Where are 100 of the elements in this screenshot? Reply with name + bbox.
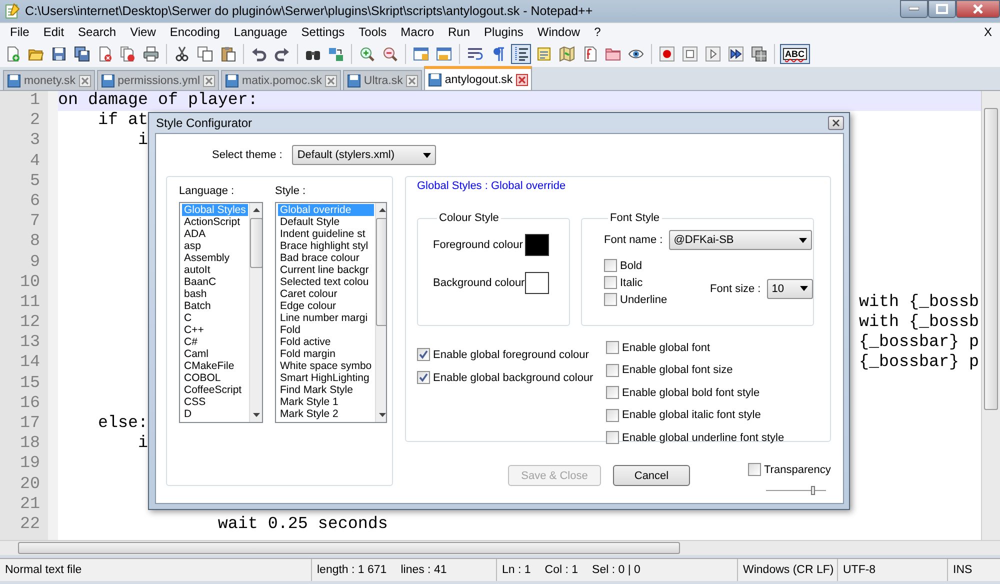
list-item[interactable]: CoffeeScript — [182, 384, 248, 396]
list-item[interactable]: Fold active — [278, 336, 374, 348]
list-item[interactable]: White space symbo — [278, 360, 374, 372]
play-icon[interactable] — [703, 44, 723, 64]
grid-icon[interactable] — [749, 44, 769, 64]
list-item[interactable]: Fold — [278, 324, 374, 336]
maximize-button[interactable] — [928, 0, 956, 18]
colour-swatch[interactable] — [525, 272, 549, 294]
list-item[interactable]: Batch — [182, 300, 248, 312]
tab-close-icon[interactable] — [516, 74, 528, 86]
list-item[interactable]: autoIt — [182, 264, 248, 276]
scroll-up-icon[interactable] — [252, 208, 260, 212]
menu-item[interactable]: ? — [587, 25, 608, 39]
colour-swatch[interactable] — [525, 234, 549, 256]
menu-item[interactable]: Tools — [352, 25, 394, 39]
list-item[interactable]: Edge colour — [278, 300, 374, 312]
minimize-button[interactable] — [900, 0, 928, 18]
checkbox[interactable] — [606, 408, 619, 422]
scrollbar-thumb[interactable] — [18, 542, 680, 554]
list-item[interactable]: Smart HighLighting — [278, 372, 374, 384]
scrollbar[interactable] — [981, 91, 1000, 540]
checkbox[interactable] — [417, 371, 430, 384]
printer-icon[interactable] — [141, 44, 161, 64]
menu-item[interactable]: Run — [441, 25, 478, 39]
list-item[interactable]: Caret colour — [278, 288, 374, 300]
list-item[interactable]: Mark Style 2 — [278, 408, 374, 420]
tab-close-icon[interactable] — [324, 74, 337, 86]
theme-dropdown[interactable]: Default (stylers.xml) — [292, 145, 436, 165]
checkbox[interactable] — [417, 348, 430, 361]
list-item[interactable]: Brace highlight styl — [278, 240, 374, 252]
checkbox[interactable] — [606, 364, 619, 376]
tab-close-icon[interactable] — [78, 74, 91, 86]
fast-forward-icon[interactable] — [726, 44, 746, 64]
list-item[interactable]: D — [182, 408, 248, 420]
close-button[interactable] — [956, 0, 1000, 18]
list-item[interactable]: Default Style — [278, 216, 374, 228]
list-item[interactable]: COBOL — [182, 372, 248, 384]
scroll-down-icon[interactable] — [252, 413, 260, 417]
menu-item[interactable]: View — [123, 25, 163, 39]
checkbox[interactable] — [604, 276, 617, 289]
list-item[interactable]: Bad brace colour — [278, 252, 374, 264]
list-item[interactable]: CMakeFile — [182, 360, 248, 372]
menu-item[interactable]: Search — [71, 25, 124, 39]
list-item[interactable]: Assembly — [182, 252, 248, 264]
copy-icon[interactable] — [195, 44, 215, 64]
tab-close-icon[interactable] — [203, 74, 215, 86]
scrollbar-thumb[interactable] — [376, 218, 386, 326]
tab[interactable]: permissions.yml — [96, 70, 219, 90]
checkbox[interactable] — [748, 463, 761, 476]
menu-item[interactable]: Encoding — [162, 25, 227, 39]
list-item[interactable]: Caml — [182, 348, 248, 360]
menu-item[interactable]: Window — [530, 25, 588, 39]
tab-close-icon[interactable] — [406, 74, 418, 86]
checkbox[interactable] — [604, 259, 617, 272]
menu-item[interactable]: Macro — [394, 25, 442, 39]
list-item[interactable]: bash — [182, 288, 248, 300]
tab[interactable]: matix.pomoc.sk — [221, 70, 341, 90]
scrollbar[interactable] — [0, 540, 1000, 555]
font-dropdown[interactable]: @DFKai-SB — [668, 230, 812, 250]
list-item[interactable]: ActionScript — [182, 216, 248, 228]
dialog-button[interactable]: Cancel — [613, 465, 690, 486]
list-item[interactable]: CSS — [182, 396, 248, 408]
list-item[interactable]: C++ — [182, 324, 248, 336]
menu-item[interactable]: Settings — [294, 25, 352, 39]
list-item[interactable]: Selected text colou — [278, 276, 374, 288]
list-item[interactable]: Find Mark Style — [278, 384, 374, 396]
list-item[interactable]: BaanC — [182, 276, 248, 288]
indent-guide-icon[interactable] — [511, 44, 531, 64]
tab[interactable]: monety.sk — [3, 70, 95, 90]
menu-item[interactable]: File — [3, 25, 36, 39]
scrollbar-thumb[interactable] — [250, 218, 262, 268]
list-item[interactable]: ADA — [182, 228, 248, 240]
checkbox[interactable] — [606, 431, 619, 444]
list-item[interactable]: C — [182, 312, 248, 324]
stop-icon[interactable] — [680, 44, 700, 64]
transparency-slider[interactable] — [766, 486, 826, 495]
scrollbar[interactable] — [248, 203, 262, 422]
menu-item[interactable]: Plugins — [477, 25, 530, 39]
tab[interactable]: antylogout.sk — [424, 66, 532, 90]
list-item[interactable]: Indent guideline st — [278, 228, 374, 240]
checkbox[interactable] — [606, 341, 619, 354]
map-icon[interactable] — [557, 44, 577, 64]
spell-check-button[interactable]: ABC — [780, 44, 810, 64]
menu-item[interactable]: Edit — [36, 25, 72, 39]
tab[interactable]: Ultra.sk — [342, 70, 422, 90]
scrollbar[interactable] — [374, 203, 386, 422]
floppies-icon[interactable] — [72, 44, 92, 64]
close-button[interactable] — [828, 116, 844, 130]
list-item[interactable]: C# — [182, 336, 248, 348]
list-item[interactable]: Mark Style 1 — [278, 396, 374, 408]
scroll-down-icon[interactable] — [378, 413, 386, 417]
menu-item[interactable]: Language — [226, 25, 294, 39]
close-document-button[interactable]: X — [984, 25, 992, 39]
list-item[interactable]: Line number margi — [278, 312, 374, 324]
scroll-up-icon[interactable] — [378, 208, 386, 212]
list-item[interactable]: Fold margin — [278, 348, 374, 360]
list-item[interactable]: Current line backgr — [278, 264, 374, 276]
slider-thumb[interactable] — [810, 486, 815, 495]
checkbox[interactable] — [604, 293, 617, 306]
list-item[interactable]: asp — [182, 240, 248, 252]
